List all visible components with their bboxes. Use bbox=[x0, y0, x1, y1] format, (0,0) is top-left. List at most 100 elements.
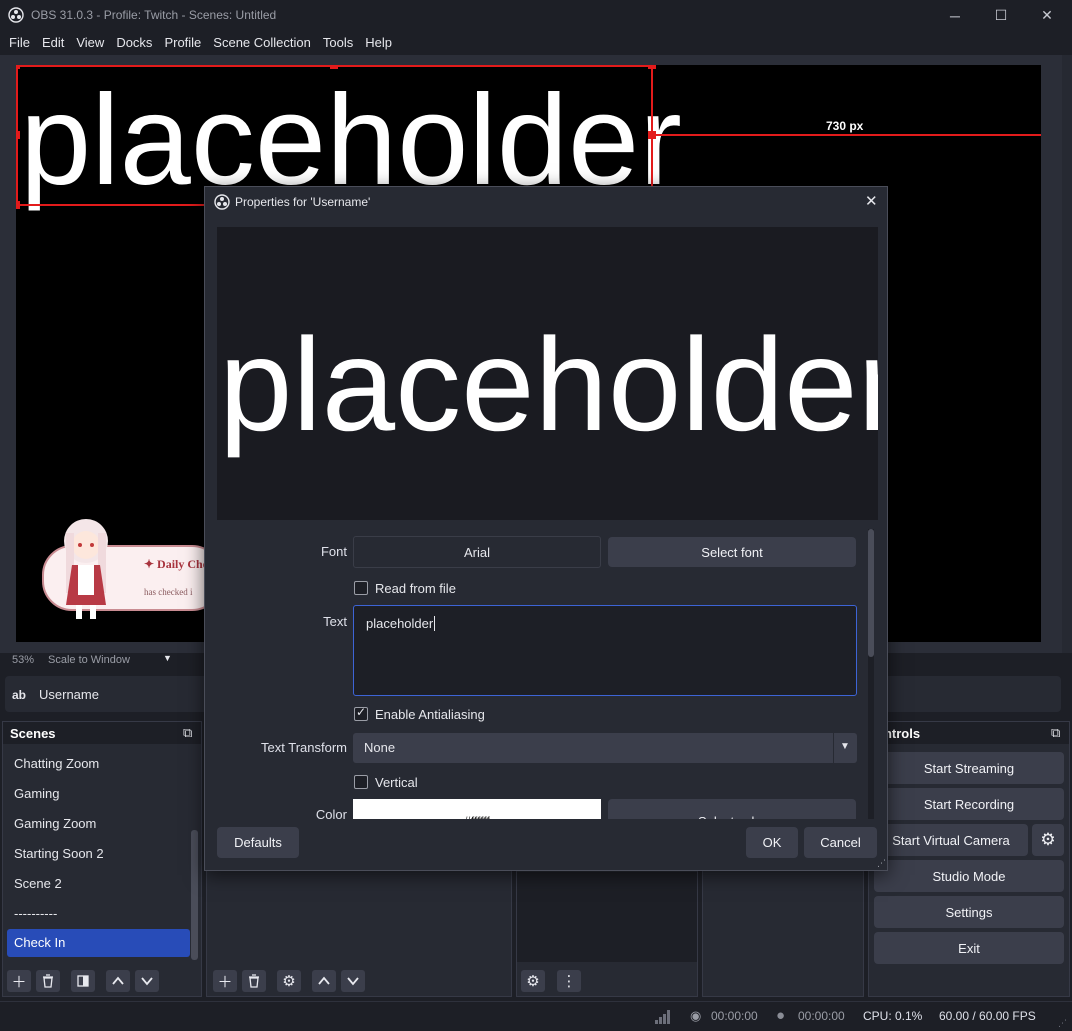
color-label: Color bbox=[315, 807, 347, 819]
font-label: Font bbox=[320, 544, 347, 559]
menu-tools[interactable]: Tools bbox=[317, 31, 359, 55]
move-source-up-button[interactable] bbox=[312, 970, 336, 992]
text-input[interactable]: placeholder bbox=[353, 605, 857, 696]
resize-handle[interactable] bbox=[16, 201, 20, 209]
select-font-button[interactable]: Select font bbox=[608, 537, 856, 567]
antialiasing-checkbox[interactable] bbox=[354, 705, 368, 721]
menu-profile[interactable]: Profile bbox=[158, 31, 207, 55]
settings-button[interactable]: Settings bbox=[874, 896, 1064, 928]
chevron-down-icon[interactable]: ▼ bbox=[840, 741, 850, 752]
resize-handle[interactable] bbox=[648, 65, 656, 69]
select-divider bbox=[833, 733, 834, 763]
add-scene-button[interactable]: ＋ bbox=[7, 970, 31, 992]
undock-icon[interactable]: ⧉ bbox=[1051, 725, 1060, 741]
zoom-level: 53% bbox=[12, 654, 35, 666]
mixer-area bbox=[517, 872, 697, 962]
start-recording-button[interactable]: Start Recording bbox=[874, 788, 1064, 820]
minimize-button[interactable]: ─ bbox=[932, 0, 978, 31]
stream-time: 00:00:00 bbox=[711, 1009, 758, 1023]
vertical-checkbox[interactable] bbox=[354, 775, 368, 789]
scene-item-active[interactable]: Check In bbox=[7, 929, 190, 957]
text-source-icon: ab bbox=[12, 688, 27, 702]
mixer-settings-button[interactable]: ⚙ bbox=[521, 970, 545, 992]
scenes-scrollbar[interactable] bbox=[191, 830, 198, 960]
scene-separator[interactable]: ---------- bbox=[7, 900, 190, 928]
move-scene-down-button[interactable] bbox=[135, 970, 159, 992]
scenes-header: Scenes bbox=[3, 722, 201, 744]
text-transform-select[interactable]: None ▼ bbox=[353, 733, 857, 763]
gear-icon: ⚙ bbox=[526, 973, 540, 990]
measure-label: 730 px bbox=[826, 119, 864, 133]
resize-handle[interactable] bbox=[16, 65, 20, 69]
menu-file[interactable]: File bbox=[3, 31, 36, 55]
cpu-usage: CPU: 0.1% bbox=[863, 1009, 923, 1023]
undock-icon[interactable]: ⧉ bbox=[183, 725, 192, 741]
resize-grip-icon[interactable]: ⋰ bbox=[1058, 1018, 1067, 1029]
ok-button[interactable]: OK bbox=[746, 827, 798, 858]
exit-button[interactable]: Exit bbox=[874, 932, 1064, 964]
chevron-down-icon bbox=[141, 977, 153, 986]
defaults-button[interactable]: Defaults bbox=[217, 827, 299, 858]
maximize-button[interactable]: ☐ bbox=[978, 0, 1024, 31]
scene-item[interactable]: Starting Soon 2 bbox=[7, 840, 190, 868]
menu-docks[interactable]: Docks bbox=[110, 31, 158, 55]
menu-edit[interactable]: Edit bbox=[36, 31, 70, 55]
dialog-close-button[interactable]: ✕ bbox=[865, 192, 878, 210]
resize-grip-icon[interactable]: ⋰ bbox=[877, 858, 886, 869]
scene-item[interactable]: Scene 2 bbox=[7, 870, 190, 898]
scene-item[interactable]: Gaming Zoom bbox=[7, 810, 190, 838]
vertical-label: Vertical bbox=[375, 775, 418, 790]
read-from-file-label: Read from file bbox=[375, 581, 456, 596]
read-from-file-checkbox[interactable] bbox=[354, 581, 368, 595]
overlay-subtitle: has checked i bbox=[144, 587, 193, 597]
scale-mode-select[interactable]: Scale to Window bbox=[48, 654, 130, 666]
menu-view[interactable]: View bbox=[70, 31, 110, 55]
properties-dialog: Properties for 'Username' ✕ placeholder … bbox=[204, 186, 888, 871]
dialog-preview: placeholder bbox=[217, 227, 878, 520]
scene-item[interactable]: Gaming bbox=[7, 780, 190, 808]
studio-mode-button[interactable]: Studio Mode bbox=[874, 860, 1064, 892]
preview-scrollbar[interactable] bbox=[1062, 55, 1072, 653]
virtual-camera-settings-button[interactable]: ⚙ bbox=[1032, 824, 1064, 856]
menu-scene-collection[interactable]: Scene Collection bbox=[207, 31, 317, 55]
select-color-button[interactable]: Select color bbox=[608, 799, 856, 819]
stream-status-icon: ◉ bbox=[690, 1008, 702, 1023]
remove-scene-button[interactable] bbox=[36, 970, 60, 992]
menu-bar: File Edit View Docks Profile Scene Colle… bbox=[0, 31, 1072, 55]
mixer-menu-button[interactable]: ⋮ bbox=[557, 970, 581, 992]
move-scene-up-button[interactable] bbox=[106, 970, 130, 992]
window-title: OBS 31.0.3 - Profile: Twitch - Scenes: U… bbox=[31, 8, 277, 22]
remove-source-button[interactable] bbox=[242, 970, 266, 992]
controls-header: ontrols bbox=[869, 722, 1069, 744]
form-scroll-track[interactable] bbox=[868, 529, 874, 819]
chevron-down-icon[interactable]: ▼ bbox=[163, 653, 172, 663]
add-source-button[interactable]: ＋ bbox=[213, 970, 237, 992]
obs-logo-icon bbox=[8, 7, 24, 23]
selection-box[interactable] bbox=[16, 65, 653, 206]
antialiasing-label: Enable Antialiasing bbox=[375, 707, 485, 722]
close-window-button[interactable]: ✕ bbox=[1024, 0, 1070, 31]
scene-filters-button[interactable] bbox=[71, 970, 95, 992]
fps-readout: 60.00 / 60.00 FPS bbox=[939, 1009, 1036, 1023]
move-source-down-button[interactable] bbox=[341, 970, 365, 992]
more-vertical-icon: ⋮ bbox=[561, 973, 577, 990]
color-swatch: #ffffff bbox=[353, 799, 601, 819]
measure-line bbox=[653, 134, 1041, 136]
chevron-up-icon bbox=[112, 976, 124, 985]
text-transform-label: Text Transform bbox=[261, 740, 347, 755]
text-transform-value: None bbox=[364, 740, 396, 755]
status-bar: ◉ 00:00:00 ● 00:00:00 CPU: 0.1% 60.00 / … bbox=[0, 1001, 1072, 1031]
start-streaming-button[interactable]: Start Streaming bbox=[874, 752, 1064, 784]
cancel-button[interactable]: Cancel bbox=[804, 827, 877, 858]
overlay-title: ✦ Daily Che bbox=[144, 557, 209, 571]
start-virtual-camera-button[interactable]: Start Virtual Camera bbox=[874, 824, 1028, 856]
source-properties-button[interactable]: ⚙ bbox=[277, 970, 301, 992]
form-scroll-thumb[interactable] bbox=[868, 529, 874, 657]
resize-handle[interactable] bbox=[16, 131, 20, 139]
scene-item[interactable]: Chatting Zoom bbox=[7, 750, 190, 778]
scenes-title: Scenes bbox=[10, 726, 56, 741]
text-input-value: placeholder bbox=[366, 616, 434, 631]
menu-help[interactable]: Help bbox=[359, 31, 398, 55]
scenes-dock: Scenes ⧉ Chatting Zoom Gaming Gaming Zoo… bbox=[2, 721, 202, 997]
resize-handle[interactable] bbox=[330, 65, 338, 69]
